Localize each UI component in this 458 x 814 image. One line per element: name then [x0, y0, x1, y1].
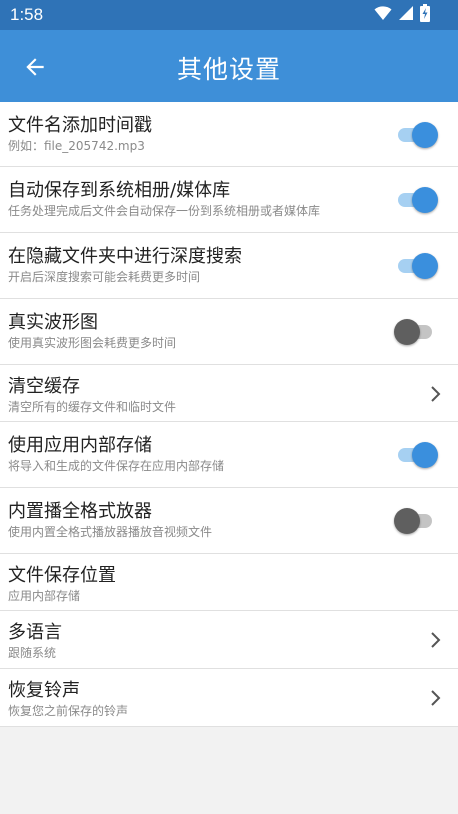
- toggle-knob: [412, 187, 438, 213]
- toggle-switch[interactable]: [394, 442, 438, 468]
- setting-row[interactable]: 真实波形图使用真实波形图会耗费更多时间: [0, 299, 458, 365]
- toggle-knob: [412, 442, 438, 468]
- setting-subtitle: 应用内部存储: [8, 589, 81, 603]
- status-bar: 1:58: [0, 0, 458, 30]
- setting-title: 真实波形图: [8, 312, 98, 333]
- status-icons: [374, 4, 430, 26]
- setting-subtitle: 恢复您之前保存的铃声: [8, 704, 129, 718]
- toggle-switch[interactable]: [394, 187, 438, 213]
- status-time: 1:58: [10, 5, 44, 24]
- toggle-switch[interactable]: [394, 253, 438, 279]
- signal-icon: [398, 5, 414, 25]
- setting-title: 内置播全格式放器: [8, 501, 152, 522]
- app-bar: 其他设置: [0, 30, 458, 102]
- toggle-knob: [394, 319, 420, 345]
- setting-title: 多语言: [8, 622, 62, 643]
- setting-title: 恢复铃声: [8, 680, 80, 701]
- setting-title: 文件名添加时间戳: [8, 115, 152, 136]
- setting-subtitle: 使用内置全格式播放器播放音视频文件: [8, 525, 213, 539]
- setting-subtitle: 任务处理完成后文件会自动保存一份到系统相册或者媒体库: [8, 204, 321, 218]
- toggle-knob: [412, 122, 438, 148]
- setting-title: 清空缓存: [8, 376, 80, 397]
- setting-row[interactable]: 文件名添加时间戳例如：file_205742.mp3: [0, 102, 458, 167]
- setting-title: 在隐藏文件夹中进行深度搜索: [8, 246, 242, 267]
- setting-row[interactable]: 文件保存位置应用内部存储: [0, 554, 458, 611]
- chevron-right-icon: [431, 386, 441, 402]
- setting-subtitle: 清空所有的缓存文件和临时文件: [8, 400, 177, 414]
- setting-title: 文件保存位置: [8, 565, 116, 586]
- setting-row[interactable]: 恢复铃声恢复您之前保存的铃声: [0, 669, 458, 727]
- setting-row[interactable]: 使用应用内部存储将导入和生成的文件保存在应用内部存储: [0, 422, 458, 488]
- settings-list: 文件名添加时间戳 例如：file_205742.mp3 自动保存到系统相册/媒体库任…: [0, 102, 458, 727]
- toggle-knob: [412, 253, 438, 279]
- setting-subtitle: 例如：file_205742.mp3: [8, 139, 145, 153]
- battery-charging-icon: [420, 4, 430, 26]
- toggle-switch[interactable]: [394, 508, 438, 534]
- setting-row[interactable]: 在隐藏文件夹中进行深度搜索开启后深度搜索可能会耗费更多时间: [0, 233, 458, 299]
- chevron-right-icon: [431, 632, 441, 648]
- toggle-switch[interactable]: [394, 122, 438, 148]
- setting-row[interactable]: 清空缓存清空所有的缓存文件和临时文件: [0, 365, 458, 422]
- toggle-knob: [394, 508, 420, 534]
- page-title: 其他设置: [176, 55, 281, 84]
- setting-title: 自动保存到系统相册/媒体库: [8, 180, 231, 201]
- setting-subtitle: 跟随系统: [8, 646, 57, 660]
- setting-subtitle: 使用真实波形图会耗费更多时间: [8, 336, 177, 350]
- setting-title: 使用应用内部存储: [8, 435, 152, 456]
- chevron-right-icon: [431, 690, 441, 706]
- setting-subtitle: 将导入和生成的文件保存在应用内部存储: [8, 459, 225, 473]
- setting-row[interactable]: 多语言 跟随系统: [0, 611, 458, 669]
- setting-row[interactable]: 内置播全格式放器使用内置全格式播放器播放音视频文件: [0, 488, 458, 554]
- setting-subtitle: 开启后深度搜索可能会耗费更多时间: [8, 270, 201, 284]
- toggle-switch[interactable]: [394, 319, 438, 345]
- setting-row[interactable]: 自动保存到系统相册/媒体库任务处理完成后文件会自动保存一份到系统相册或者媒体库: [0, 167, 458, 233]
- wifi-icon: [374, 5, 392, 25]
